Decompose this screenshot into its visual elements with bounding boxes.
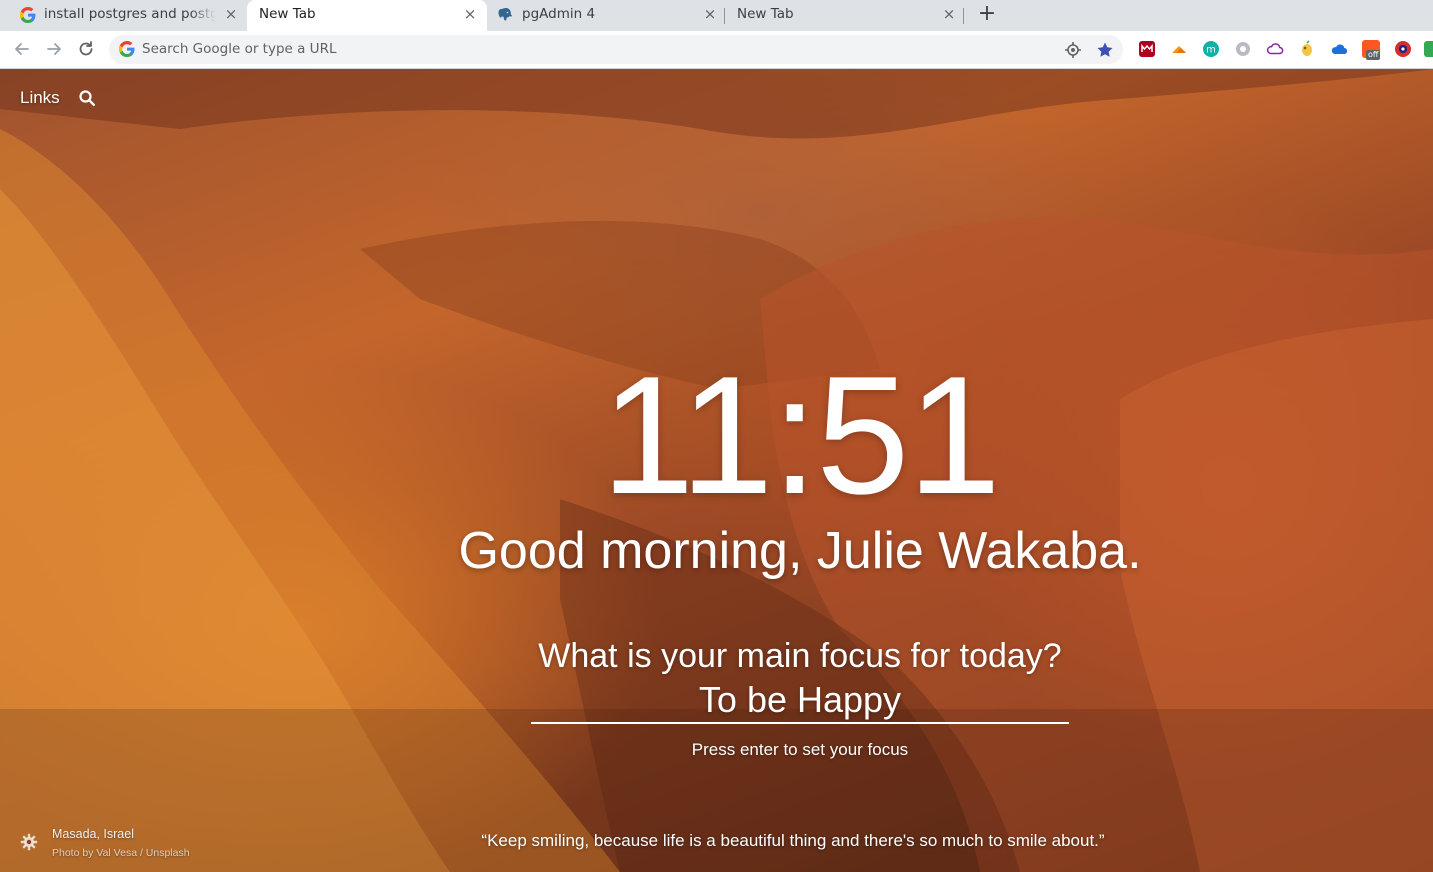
tab-separator xyxy=(963,8,964,24)
tab-title: New Tab xyxy=(737,6,794,22)
pgadmin-elephant-icon xyxy=(498,7,512,21)
momentum-new-tab-page: Links 11:51 Good morning, Julie Wakaba. … xyxy=(0,69,1433,872)
teal-m-icon[interactable]: m xyxy=(1202,40,1220,58)
extension-badge-label: off xyxy=(1366,50,1381,60)
google-g-icon xyxy=(20,7,36,23)
gear-ext-icon[interactable] xyxy=(1234,40,1252,58)
greeting-text: Good morning, Julie Wakaba. xyxy=(458,522,1142,580)
cloud-purple-icon[interactable] xyxy=(1266,40,1284,58)
close-icon[interactable]: × xyxy=(940,5,958,23)
close-icon[interactable]: × xyxy=(222,5,240,23)
close-icon[interactable]: × xyxy=(701,5,719,23)
new-tab-button[interactable]: + xyxy=(976,3,998,26)
address-bar[interactable]: Search Google or type a URL xyxy=(109,35,1123,64)
browser-chrome: install postgres and postg × New Tab × p… xyxy=(0,0,1433,69)
tab-strip: install postgres and postg × New Tab × p… xyxy=(0,0,1433,31)
focus-hint: Press enter to set your focus xyxy=(691,740,909,759)
red-circle-icon[interactable] xyxy=(1394,40,1412,58)
links-button[interactable]: Links xyxy=(20,88,60,108)
reload-icon[interactable] xyxy=(75,38,97,60)
google-g-icon xyxy=(119,41,135,57)
bookmark-star-icon[interactable] xyxy=(1096,41,1114,59)
svg-text:m: m xyxy=(1206,45,1216,56)
close-icon[interactable]: × xyxy=(461,5,479,23)
focus-question: What is your main focus for today? xyxy=(538,637,1062,675)
location-target-icon[interactable] xyxy=(1064,41,1082,59)
address-bar-placeholder: Search Google or type a URL xyxy=(142,41,337,57)
green-ext-icon[interactable] xyxy=(1424,40,1433,58)
orange-ext-icon[interactable] xyxy=(1170,40,1188,58)
tab-title: install postgres and postg xyxy=(44,6,216,22)
tab-new-tab[interactable]: New Tab × xyxy=(725,0,963,31)
tab-pgadmin[interactable]: pgAdmin 4 × xyxy=(488,0,724,31)
mega-icon[interactable] xyxy=(1138,40,1156,58)
tab-new-tab-active[interactable]: New Tab × xyxy=(247,0,487,31)
browser-toolbar: Search Google or type a URL m off xyxy=(0,31,1433,68)
forward-arrow-icon[interactable] xyxy=(43,38,65,60)
back-arrow-icon[interactable] xyxy=(11,38,33,60)
tab-title: New Tab xyxy=(259,6,316,22)
cloud-blue-icon[interactable] xyxy=(1330,40,1348,58)
tab-install-postgres[interactable]: install postgres and postg × xyxy=(8,0,246,31)
off-badge-icon[interactable]: off xyxy=(1362,40,1381,60)
focus-input[interactable] xyxy=(531,678,1069,724)
search-icon[interactable] xyxy=(78,89,96,107)
daily-quote: “Keep smiling, because life is a beautif… xyxy=(481,831,1105,850)
tab-title: pgAdmin 4 xyxy=(522,6,596,22)
lemon-icon[interactable] xyxy=(1298,40,1316,58)
clock-time: 11:51 xyxy=(601,341,1001,529)
